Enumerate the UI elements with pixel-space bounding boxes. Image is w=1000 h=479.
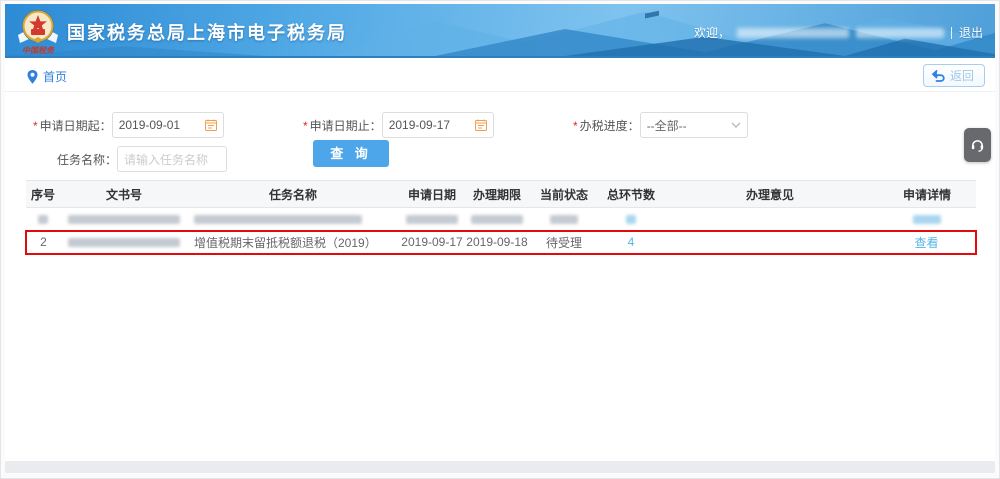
redacted-text bbox=[68, 215, 180, 224]
tax-emblem-logo: 中国税务 bbox=[15, 7, 61, 57]
cell-detail[interactable]: 查看 bbox=[878, 231, 976, 254]
welcome-area: 欢迎， 退出 bbox=[694, 24, 983, 41]
date-end-input[interactable]: 2019-09-17 bbox=[382, 112, 494, 138]
table-body: 2 增值税期末留抵税额退税（2019） 2019-09-17 2019-09-18 待受… bbox=[26, 208, 976, 254]
redacted-text bbox=[68, 238, 180, 247]
redacted-text bbox=[471, 215, 523, 224]
redacted-text bbox=[406, 215, 458, 224]
location-pin-icon bbox=[27, 70, 38, 84]
cell-text: 增值税期末留抵税额退税（2019） bbox=[194, 236, 377, 250]
chevron-down-icon bbox=[731, 122, 741, 128]
cell-text: 2019-09-17 bbox=[401, 235, 462, 249]
progress-group: *办税进度： --全部-- bbox=[573, 112, 748, 138]
redacted-text bbox=[38, 215, 48, 224]
back-arrow-icon bbox=[932, 70, 946, 82]
cell-apply-date bbox=[398, 208, 466, 231]
cell-steps[interactable]: 4 bbox=[600, 231, 662, 254]
headset-icon bbox=[970, 138, 985, 153]
redacted-taxpayer-id bbox=[856, 28, 944, 38]
top-banner: 中国税务 国家税务总局上海市电子税务局 欢迎， 退出 bbox=[5, 4, 995, 58]
calendar-icon[interactable] bbox=[205, 119, 217, 131]
cell-seq bbox=[26, 208, 60, 231]
calendar-icon[interactable] bbox=[475, 119, 487, 131]
date-start-input[interactable]: 2019-09-01 bbox=[112, 112, 224, 138]
col-status: 当前状态 bbox=[528, 181, 600, 208]
progress-label: *办税进度： bbox=[573, 117, 640, 134]
cell-opinion bbox=[662, 231, 878, 254]
redacted-text bbox=[913, 215, 941, 224]
required-asterisk: * bbox=[303, 119, 308, 133]
progress-selected-value: --全部-- bbox=[647, 117, 687, 134]
site-title: 国家税务总局上海市电子税务局 bbox=[67, 19, 347, 45]
steps-count-link[interactable]: 4 bbox=[628, 235, 635, 249]
cell-seq: 2 bbox=[26, 231, 60, 254]
results-table: 序号文书号任务名称申请日期办理期限当前状态总环节数办理意见申请详情 2 增值税期末… bbox=[25, 180, 977, 255]
required-asterisk: * bbox=[33, 119, 38, 133]
page-canvas: 中国税务 国家税务总局上海市电子税务局 欢迎， 退出 首页 bbox=[0, 0, 1000, 479]
col-deadline: 办理期限 bbox=[466, 181, 528, 208]
search-button[interactable]: 查 询 bbox=[313, 140, 389, 167]
col-task-name: 任务名称 bbox=[188, 181, 398, 208]
back-button-label: 返回 bbox=[950, 67, 974, 84]
view-detail-link[interactable]: 查看 bbox=[914, 236, 938, 250]
col-opinion: 办理意见 bbox=[662, 181, 878, 208]
table-header-row: 序号文书号任务名称申请日期办理期限当前状态总环节数办理意见申请详情 bbox=[26, 181, 976, 208]
col-apply-date: 申请日期 bbox=[398, 181, 466, 208]
cell-status bbox=[528, 208, 600, 231]
table-row bbox=[26, 208, 976, 231]
table-row: 2 增值税期末留抵税额退税（2019） 2019-09-17 2019-09-18 待受… bbox=[26, 231, 976, 254]
redacted-username bbox=[737, 28, 849, 38]
date-start-label: *申请日期起： bbox=[33, 117, 112, 134]
customer-service-button[interactable] bbox=[964, 128, 991, 162]
date-end-value: 2019-09-17 bbox=[389, 118, 450, 132]
breadcrumb[interactable]: 首页 bbox=[27, 68, 67, 85]
date-end-label: *申请日期止： bbox=[303, 117, 382, 134]
required-asterisk: * bbox=[573, 119, 578, 133]
cell-deadline bbox=[466, 208, 528, 231]
cell-status: 待受理 bbox=[528, 231, 600, 254]
col-steps: 总环节数 bbox=[600, 181, 662, 208]
col-seq: 序号 bbox=[26, 181, 60, 208]
date-end-group: *申请日期止： 2019-09-17 bbox=[303, 112, 494, 138]
date-start-value: 2019-09-01 bbox=[119, 118, 180, 132]
back-button[interactable]: 返回 bbox=[923, 64, 985, 87]
breadcrumb-home-label: 首页 bbox=[43, 68, 67, 85]
welcome-prefix: 欢迎， bbox=[694, 24, 730, 41]
redacted-text bbox=[550, 215, 578, 224]
redacted-text bbox=[626, 215, 636, 224]
cell-deadline: 2019-09-18 bbox=[466, 231, 528, 254]
col-doc-no: 文书号 bbox=[60, 181, 188, 208]
task-name-label: 任务名称： bbox=[57, 151, 117, 168]
svg-text:中国税务: 中国税务 bbox=[22, 46, 55, 55]
cell-steps bbox=[600, 208, 662, 231]
cell-task-name bbox=[188, 208, 398, 231]
progress-select[interactable]: --全部-- bbox=[640, 112, 748, 138]
page-bottom-strip bbox=[5, 461, 995, 473]
cell-apply-date: 2019-09-17 bbox=[398, 231, 466, 254]
query-form: *申请日期起： 2019-09-01 *申请日期止： 201 bbox=[5, 100, 995, 178]
cell-doc-no bbox=[60, 231, 188, 254]
cell-opinion bbox=[662, 208, 878, 231]
cell-doc-no bbox=[60, 208, 188, 231]
logout-button[interactable]: 退出 bbox=[959, 24, 983, 41]
redacted-text bbox=[194, 215, 362, 224]
col-detail: 申请详情 bbox=[878, 181, 976, 208]
main-page: 中国税务 国家税务总局上海市电子税务局 欢迎， 退出 首页 bbox=[5, 4, 995, 465]
cell-detail bbox=[878, 208, 976, 231]
cell-text: 2 bbox=[40, 235, 47, 249]
breadcrumb-bar: 首页 返回 bbox=[5, 60, 995, 92]
cell-task-name: 增值税期末留抵税额退税（2019） bbox=[188, 231, 398, 254]
welcome-divider bbox=[951, 27, 952, 39]
date-start-group: *申请日期起： 2019-09-01 bbox=[33, 112, 224, 138]
cell-text: 2019-09-18 bbox=[466, 235, 527, 249]
task-name-group: 任务名称： 请输入任务名称 bbox=[57, 146, 227, 172]
task-name-input[interactable]: 请输入任务名称 bbox=[117, 146, 227, 172]
task-name-placeholder: 请输入任务名称 bbox=[124, 151, 208, 168]
cell-text: 待受理 bbox=[546, 236, 582, 250]
